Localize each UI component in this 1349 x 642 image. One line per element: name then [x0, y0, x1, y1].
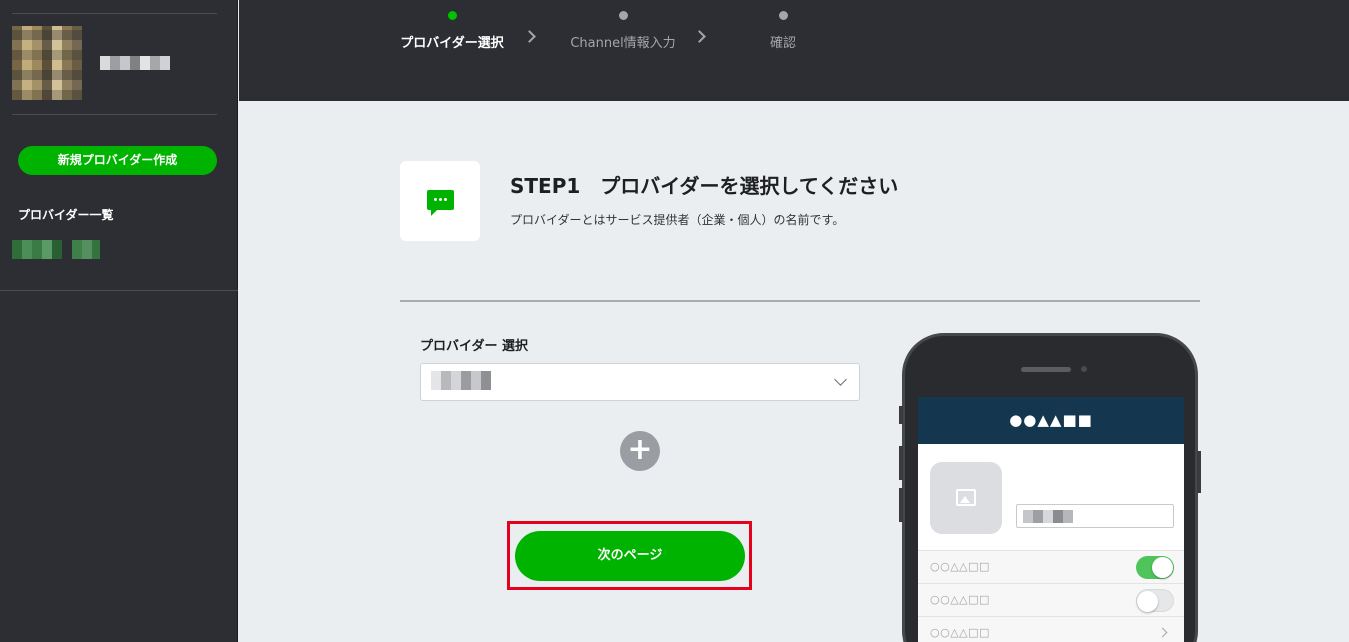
chevron-right-icon	[693, 30, 706, 43]
preview-name-field	[1016, 504, 1174, 528]
chevron-down-icon	[834, 373, 847, 386]
toggle-off	[1136, 589, 1174, 612]
step-label: プロバイダー選択	[400, 36, 504, 51]
setting-label: ○○△△□□	[930, 560, 990, 573]
step-active-dot	[447, 11, 457, 20]
step-label: Channel情報入力	[570, 36, 676, 51]
sidebar-divider	[12, 114, 217, 115]
sidebar-divider	[12, 13, 217, 14]
step-dot	[778, 11, 788, 20]
phone-side-button	[899, 406, 903, 424]
toggle-on	[1136, 556, 1174, 579]
add-provider-button[interactable]: +	[620, 431, 660, 471]
plus-icon: +	[627, 432, 653, 467]
page-title: STEP1 プロバイダーを選択してください	[510, 174, 899, 198]
stepper-header: プロバイダー選択 Channel情報入力 確認	[239, 0, 1349, 101]
step-provider-select: プロバイダー選択	[399, 0, 505, 51]
chat-bubble-icon	[427, 190, 454, 216]
preview-setting-row: ○○△△□□	[918, 616, 1184, 642]
step-label: 確認	[769, 36, 796, 51]
image-icon	[956, 489, 976, 506]
phone-camera	[1081, 366, 1087, 372]
new-provider-button[interactable]: 新規プロバイダー作成	[18, 146, 217, 175]
sidebar: 新規プロバイダー作成 プロバイダー一覧	[0, 0, 238, 642]
section-divider	[400, 300, 1200, 302]
phone-screen: ●●▲▲■■ ○○△△□□ ○○△△□□ ○○△△□□	[918, 397, 1184, 642]
page-description: プロバイダーとはサービス提供者（企業・個人）の名前です。	[510, 213, 845, 227]
step-confirm: 確認	[753, 0, 813, 51]
provider-select[interactable]	[420, 363, 860, 401]
step-dot	[618, 11, 628, 20]
next-page-button[interactable]: 次のページ	[515, 531, 745, 581]
preview-setting-row: ○○△△□□	[918, 583, 1184, 616]
username-redacted	[100, 56, 170, 70]
preview-setting-row: ○○△△□□	[918, 550, 1184, 583]
provider-select-label: プロバイダー 選択	[420, 339, 529, 354]
setting-label: ○○△△□□	[930, 626, 990, 639]
avatar[interactable]	[12, 26, 82, 100]
profile-image-placeholder	[930, 462, 1002, 534]
preview-name-redacted	[1023, 510, 1073, 523]
provider-list-item[interactable]	[12, 240, 100, 259]
chevron-right-icon	[523, 30, 536, 43]
provider-list-title: プロバイダー一覧	[18, 208, 114, 222]
sidebar-divider	[0, 290, 238, 291]
step-icon-box	[400, 161, 480, 241]
phone-side-button	[1197, 451, 1201, 493]
phone-side-button	[899, 446, 903, 480]
chevron-right-icon	[1157, 627, 1168, 638]
setting-label: ○○△△□□	[930, 593, 990, 606]
provider-select-value-redacted	[431, 371, 491, 390]
phone-side-button	[899, 488, 903, 522]
preview-header: ●●▲▲■■	[918, 397, 1184, 444]
phone-preview: ●●▲▲■■ ○○△△□□ ○○△△□□ ○○△△□□	[899, 333, 1201, 642]
step-channel-info: Channel情報入力	[565, 0, 681, 51]
phone-speaker	[1021, 367, 1071, 372]
